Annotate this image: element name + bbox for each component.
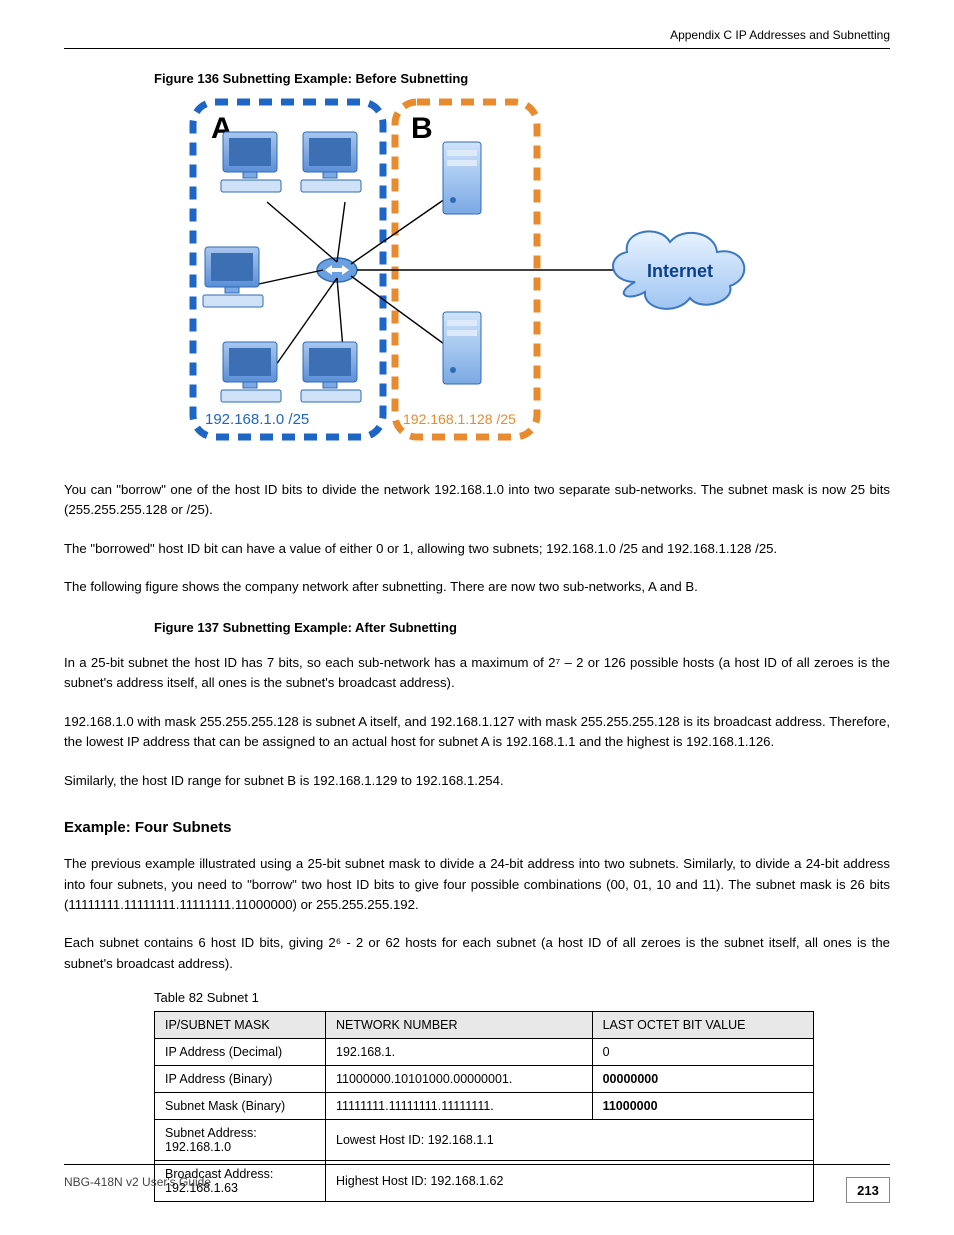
group-b-label: B: [411, 112, 433, 145]
table-row: Subnet Address: 192.168.1.0 Lowest Host …: [155, 1120, 814, 1161]
cell-right: 0: [592, 1039, 813, 1066]
table-caption: Table 82 Subnet 1: [154, 990, 890, 1005]
paragraph-2: The "borrowed" host ID bit can have a va…: [64, 539, 890, 559]
group-b-cidr: 192.168.1.128 /25: [403, 411, 516, 427]
figure-caption-136: Figure 136 Subnetting Example: Before Su…: [154, 71, 890, 86]
th-ip-mask: IP/SUBNET MASK: [155, 1012, 326, 1039]
page-header: Appendix C IP Addresses and Subnetting: [64, 28, 890, 49]
cell-span: Lowest Host ID: 192.168.1.1: [326, 1120, 814, 1161]
table-head-row: IP/SUBNET MASK NETWORK NUMBER LAST OCTET…: [155, 1012, 814, 1039]
th-network-number: NETWORK NUMBER: [326, 1012, 593, 1039]
cell-right: 11000000: [592, 1093, 813, 1120]
server-icons: [443, 142, 481, 384]
th-last-octet: LAST OCTET BIT VALUE: [592, 1012, 813, 1039]
section-heading: Example: Four Subnets: [64, 819, 890, 836]
internet-label: Internet: [647, 261, 713, 281]
paragraph-5: 192.168.1.0 with mask 255.255.255.128 is…: [64, 712, 890, 753]
cell-label: Subnet Address: 192.168.1.0: [155, 1120, 326, 1161]
table-row: IP Address (Binary) 11000000.10101000.00…: [155, 1066, 814, 1093]
internet-cloud-icon: Internet: [613, 231, 744, 308]
footer-guide-title: NBG-418N v2 User's Guide: [64, 1175, 211, 1189]
table-row: Subnet Mask (Binary) 11111111.11111111.1…: [155, 1093, 814, 1120]
cell-right: 00000000: [592, 1066, 813, 1093]
paragraph-6: Similarly, the host ID range for subnet …: [64, 771, 890, 791]
cell-label: IP Address (Binary): [155, 1066, 326, 1093]
figure-caption-137: Figure 137 Subnetting Example: After Sub…: [154, 620, 890, 635]
cell-label: IP Address (Decimal): [155, 1039, 326, 1066]
page: Appendix C IP Addresses and Subnetting F…: [0, 0, 954, 1235]
paragraph-7: The previous example illustrated using a…: [64, 854, 890, 915]
cell-mid: 11000000.10101000.00000001.: [326, 1066, 593, 1093]
network-diagram: A 192.168.1.0 /25 B 192.168.1.128 /25: [185, 92, 769, 462]
paragraph-8: Each subnet contains 6 host ID bits, giv…: [64, 933, 890, 974]
group-a-cidr: 192.168.1.0 /25: [205, 411, 309, 428]
page-number: 213: [846, 1177, 890, 1203]
cell-label: Subnet Mask (Binary): [155, 1093, 326, 1120]
page-footer: NBG-418N v2 User's Guide 213: [64, 1164, 890, 1195]
cell-mid: 192.168.1.: [326, 1039, 593, 1066]
paragraph-3: The following figure shows the company n…: [64, 577, 890, 597]
links: [245, 192, 615, 372]
table-row: IP Address (Decimal) 192.168.1. 0: [155, 1039, 814, 1066]
diagram-container: A 192.168.1.0 /25 B 192.168.1.128 /25: [64, 92, 890, 462]
paragraph-1: You can "borrow" one of the host ID bits…: [64, 480, 890, 521]
cell-mid: 11111111.11111111.11111111.: [326, 1093, 593, 1120]
paragraph-4: In a 25-bit subnet the host ID has 7 bit…: [64, 653, 890, 694]
